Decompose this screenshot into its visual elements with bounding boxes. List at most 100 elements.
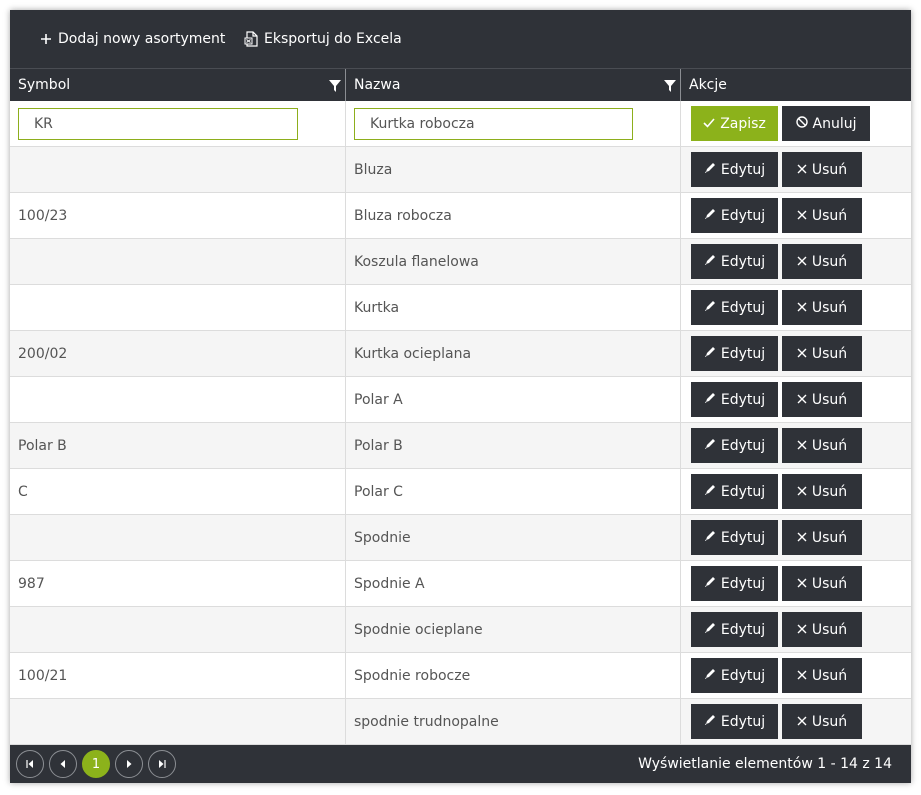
name-cell: Polar C [345,469,680,514]
delete-button[interactable]: Usuń [782,520,862,555]
first-page-button[interactable] [16,750,44,778]
pencil-icon [704,530,716,546]
table-row: Bluza Edytuj Usuń [10,147,911,193]
edit-button[interactable]: Edytuj [691,198,778,233]
symbol-cell: 200/02 [18,345,68,362]
edit-button[interactable]: Edytuj [691,612,778,647]
delete-label: Usuń [811,207,848,224]
pencil-icon [704,438,716,454]
actions-cell: Edytuj Usuń [680,469,911,514]
edit-button[interactable]: Edytuj [691,152,778,187]
delete-button[interactable]: Usuń [782,382,862,417]
page-1-button[interactable]: 1 [82,750,110,778]
column-header-actions: Akcje [680,69,911,101]
delete-button[interactable]: Usuń [782,612,862,647]
edit-row: Zapisz Anuluj [10,101,911,147]
symbol-cell: 100/23 [18,207,68,224]
pager-status: Wyświetlanie elementów 1 - 14 z 14 [638,756,892,772]
table-row: C Polar C Edytuj Usuń [10,469,911,515]
symbol-input[interactable] [18,107,298,140]
name-input[interactable] [354,107,633,140]
delete-button[interactable]: Usuń [782,566,862,601]
save-button[interactable]: Zapisz [691,106,778,141]
edit-button[interactable]: Edytuj [691,336,778,371]
table-row: Polar B Polar B Edytuj Usuń [10,423,911,469]
add-item-button[interactable]: Dodaj nowy asortyment [40,10,225,68]
close-icon [797,208,807,224]
delete-button[interactable]: Usuń [782,290,862,325]
symbol-cell [10,699,345,744]
filter-icon[interactable] [329,79,341,93]
actions-cell: Edytuj Usuń [680,377,911,422]
edit-actions-cell: Zapisz Anuluj [680,101,911,146]
grid-frame: Dodaj nowy asortyment Eksportuj do Excel… [10,10,911,783]
next-page-button[interactable] [115,750,143,778]
name-cell: Kurtka [345,285,680,330]
excel-file-icon [244,31,258,47]
delete-button[interactable]: Usuń [782,336,862,371]
export-excel-button[interactable]: Eksportuj do Excela [244,10,402,68]
delete-button[interactable]: Usuń [782,474,862,509]
cancel-label: Anuluj [812,115,857,132]
delete-button[interactable]: Usuń [782,152,862,187]
column-header-symbol[interactable]: Symbol [10,69,345,101]
edit-button[interactable]: Edytuj [691,520,778,555]
symbol-cell [10,285,345,330]
symbol-cell [10,515,345,560]
delete-label: Usuń [811,161,848,178]
symbol-cell [10,239,345,284]
actions-cell: Edytuj Usuń [680,285,911,330]
save-label: Zapisz [720,115,766,132]
table-row: 100/23 Bluza robocza Edytuj Usuń [10,193,911,239]
delete-label: Usuń [811,299,848,316]
edit-button[interactable]: Edytuj [691,428,778,463]
edit-button[interactable]: Edytuj [691,244,778,279]
edit-label: Edytuj [720,529,766,546]
symbol-cell [10,607,345,652]
filter-icon[interactable] [664,79,676,93]
column-header-name[interactable]: Nazwa [345,69,680,101]
table-row: Koszula flanelowa Edytuj Usuń [10,239,911,285]
cancel-button[interactable]: Anuluj [782,106,870,141]
delete-button[interactable]: Usuń [782,704,862,739]
symbol-cell: Polar B [18,437,67,454]
close-icon [797,714,807,730]
close-icon [797,576,807,592]
actions-cell: Edytuj Usuń [680,561,911,606]
symbol-cell [10,377,345,422]
pencil-icon [704,668,716,684]
last-page-button[interactable] [148,750,176,778]
symbol-cell [10,147,345,192]
name-cell: Kurtka ocieplana [345,331,680,376]
edit-button[interactable]: Edytuj [691,290,778,325]
delete-button[interactable]: Usuń [782,658,862,693]
edit-button[interactable]: Edytuj [691,566,778,601]
actions-cell: Edytuj Usuń [680,331,911,376]
delete-button[interactable]: Usuń [782,198,862,233]
prev-page-button[interactable] [49,750,77,778]
table-row: 100/21 Spodnie robocze Edytuj Usuń [10,653,911,699]
grid-header: Symbol Nazwa Akcje [10,68,911,101]
next-page-icon [126,756,132,772]
delete-button[interactable]: Usuń [782,244,862,279]
first-page-icon [25,756,35,772]
edit-label: Edytuj [720,299,766,316]
actions-cell: Edytuj Usuń [680,193,911,238]
delete-label: Usuń [811,529,848,546]
delete-button[interactable]: Usuń [782,428,862,463]
name-cell: Spodnie robocze [345,653,680,698]
delete-label: Usuń [811,575,848,592]
close-icon [797,622,807,638]
name-cell: Koszula flanelowa [345,239,680,284]
plus-icon [40,33,52,45]
grid-pager: 1 Wyświetlanie elementów 1 - 14 z 14 [10,745,911,783]
edit-button[interactable]: Edytuj [691,474,778,509]
table-row: Polar A Edytuj Usuń [10,377,911,423]
pencil-icon [704,392,716,408]
edit-label: Edytuj [720,483,766,500]
prev-page-icon [60,756,66,772]
edit-button[interactable]: Edytuj [691,658,778,693]
edit-button[interactable]: Edytuj [691,704,778,739]
pencil-icon [704,714,716,730]
edit-button[interactable]: Edytuj [691,382,778,417]
